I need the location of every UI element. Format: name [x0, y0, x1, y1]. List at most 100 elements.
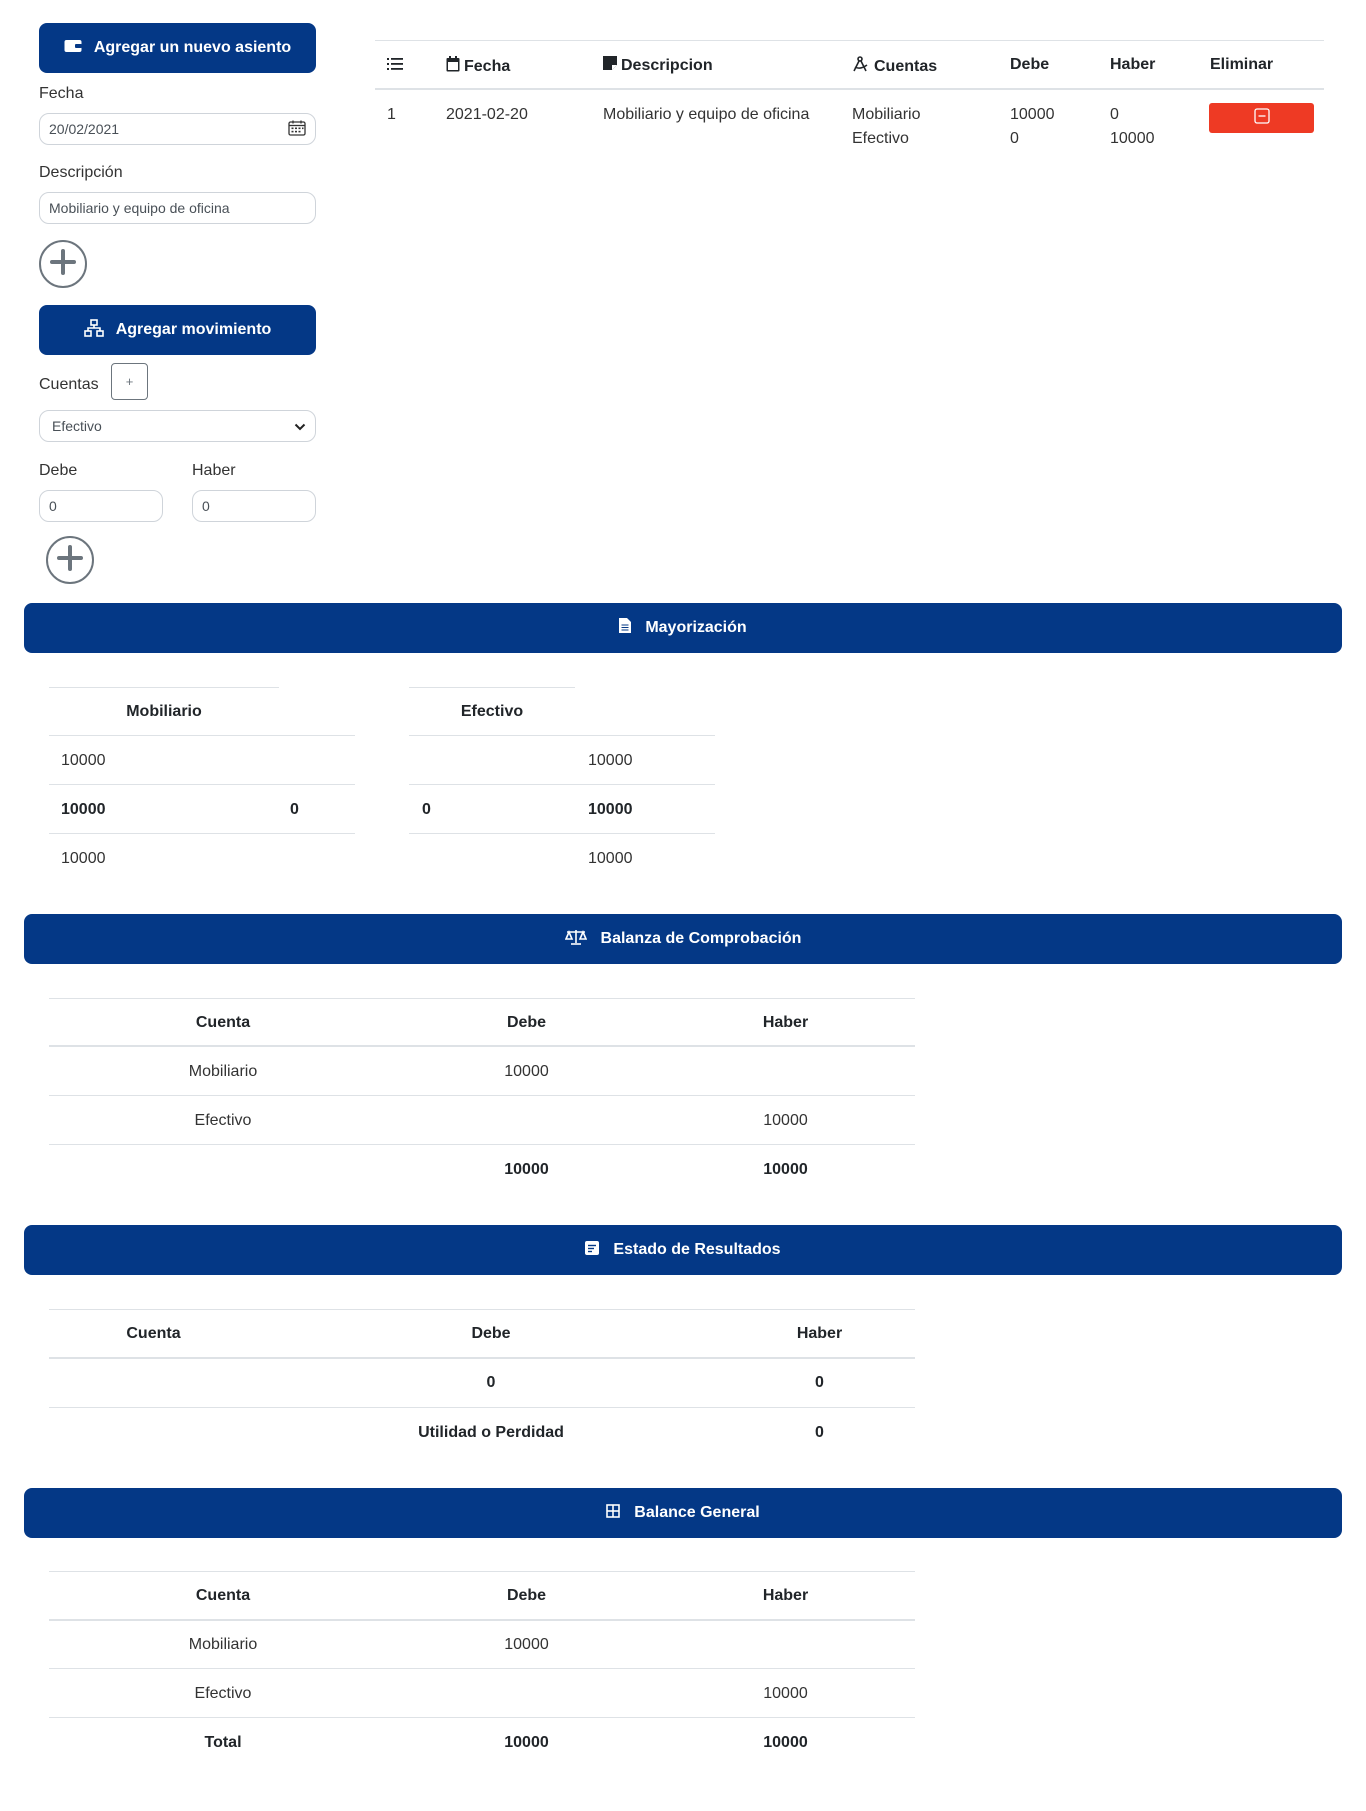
header-debe: Debe: [1010, 56, 1050, 73]
header-cuenta: Cuenta: [195, 1014, 251, 1031]
total-haber: 10000: [763, 1161, 808, 1178]
row-debe-1: 10000: [1010, 106, 1055, 123]
t-account-row-border: [409, 833, 715, 834]
mayorizacion-header: Mayorización: [24, 603, 1342, 653]
scale-icon: [564, 929, 587, 950]
header-debe: Debe: [506, 1587, 547, 1604]
t-account-top-border: [49, 687, 279, 688]
diagram-icon: [83, 318, 104, 342]
compass-icon: [852, 56, 870, 77]
add-cuenta-button[interactable]: +: [111, 363, 148, 400]
utilidad-label: Utilidad o Perdidad: [418, 1424, 564, 1441]
header-haber: Haber: [1110, 56, 1156, 73]
debe-input[interactable]: 0: [39, 490, 163, 522]
cuentas-label: Cuentas: [39, 376, 99, 393]
total-label: Total: [204, 1734, 242, 1751]
t-account-total-haber: 0: [290, 801, 299, 818]
t-account-total-debe: 10000: [61, 801, 106, 818]
table-cell-cuenta: Mobiliario: [188, 1636, 258, 1653]
descripcion-input[interactable]: Mobiliario y equipo de oficina: [39, 192, 316, 224]
balanza-header: Balanza de Comprobación: [24, 914, 1342, 964]
descripcion-value: Mobiliario y equipo de oficina: [49, 200, 230, 216]
new-entry-button[interactable]: Agregar un nuevo asiento: [39, 23, 316, 73]
minus-square-icon: [1253, 107, 1270, 129]
resultados-title: Estado de Resultados: [613, 1241, 781, 1258]
header-fecha-label: Fecha: [464, 57, 511, 75]
header-descripcion: Descripcion: [603, 56, 713, 75]
table-row-border: [49, 1407, 915, 1408]
add-movement-label: Agregar movimiento: [115, 321, 272, 338]
t-account-row-border: [49, 833, 355, 834]
cuentas-select[interactable]: Efectivo: [39, 410, 316, 442]
journal-top-border: [375, 40, 1324, 41]
resultados-header: Estado de Resultados: [24, 1225, 1342, 1275]
header-cuenta: Cuenta: [195, 1587, 251, 1604]
t-account-header-border: [409, 735, 715, 736]
t-account-total-debe: 0: [422, 801, 431, 818]
table-cell-debe: 10000: [504, 1636, 549, 1653]
journal-header-border: [375, 88, 1324, 90]
chevron-down-icon: [294, 418, 306, 434]
add-cuenta-label: +: [125, 374, 134, 389]
fecha-label: Fecha: [39, 85, 84, 102]
header-cuentas: Cuentas: [852, 56, 937, 77]
t-account-entry: 10000: [588, 752, 633, 769]
header-descripcion-label: Descripcion: [621, 56, 713, 74]
list-icon: [387, 57, 403, 76]
debe-value: 0: [49, 498, 57, 514]
sticky-note-icon: [603, 56, 617, 75]
header-cuentas-label: Cuentas: [874, 57, 938, 75]
t-account-balance: 10000: [588, 850, 633, 867]
t-account-balance: 10000: [61, 850, 106, 867]
utilidad-value: 0: [815, 1424, 824, 1441]
balance-header: Balance General: [24, 1488, 1342, 1538]
calendar-icon: [446, 56, 460, 77]
header-cuenta: Cuenta: [126, 1325, 181, 1342]
table-header-border: [49, 1045, 915, 1047]
header-haber: Haber: [762, 1587, 809, 1604]
haber-label: Haber: [192, 462, 236, 479]
delete-row-button[interactable]: [1209, 103, 1314, 133]
descripcion-label: Descripción: [39, 164, 123, 181]
row-haber-2: 10000: [1110, 130, 1155, 147]
table-cell-cuenta: Mobiliario: [188, 1063, 258, 1080]
row-number: 1: [387, 106, 396, 123]
t-account-entry: 10000: [61, 752, 106, 769]
haber-input[interactable]: 0: [192, 490, 316, 522]
fecha-input[interactable]: 20/02/2021: [39, 113, 316, 145]
wallet-icon: [64, 39, 82, 58]
header-eliminar: Eliminar: [1210, 56, 1274, 73]
t-account-row-border: [49, 784, 355, 785]
add-movement-circle-button[interactable]: [46, 536, 94, 584]
t-account-total-haber: 10000: [588, 801, 633, 818]
table-top-border: [49, 998, 915, 999]
balanza-title: Balanza de Comprobación: [600, 930, 802, 947]
t-account-top-border: [409, 687, 575, 688]
table-row-border: [49, 1668, 915, 1669]
plus-icon: [56, 544, 84, 577]
add-movement-button[interactable]: Agregar movimiento: [39, 305, 316, 355]
table-header-border: [49, 1357, 915, 1359]
header-fecha: Fecha: [446, 56, 510, 77]
add-entry-circle-button[interactable]: [39, 240, 87, 288]
t-account-name: Mobiliario: [126, 703, 202, 720]
row-cuenta-1: Mobiliario: [852, 106, 921, 123]
balance-title: Balance General: [634, 1504, 760, 1521]
debe-label: Debe: [39, 462, 78, 479]
row-descripcion: Mobiliario y equipo de oficina: [603, 106, 810, 123]
total-debe: 10000: [504, 1734, 549, 1751]
haber-value: 0: [202, 498, 210, 514]
calendar-icon[interactable]: [288, 120, 306, 139]
row-cuenta-2: Efectivo: [852, 130, 909, 147]
plus-icon: [49, 248, 77, 281]
header-debe: Debe: [506, 1014, 547, 1031]
t-account-header-border: [49, 735, 355, 736]
total-haber: 0: [815, 1374, 824, 1391]
grid-icon: [606, 1503, 621, 1523]
fecha-value: 20/02/2021: [49, 121, 120, 137]
document-icon: [619, 618, 632, 638]
mayorizacion-title: Mayorización: [645, 619, 747, 636]
header-debe: Debe: [471, 1325, 511, 1342]
table-top-border: [49, 1309, 915, 1310]
table-cell-haber: 10000: [763, 1112, 808, 1129]
